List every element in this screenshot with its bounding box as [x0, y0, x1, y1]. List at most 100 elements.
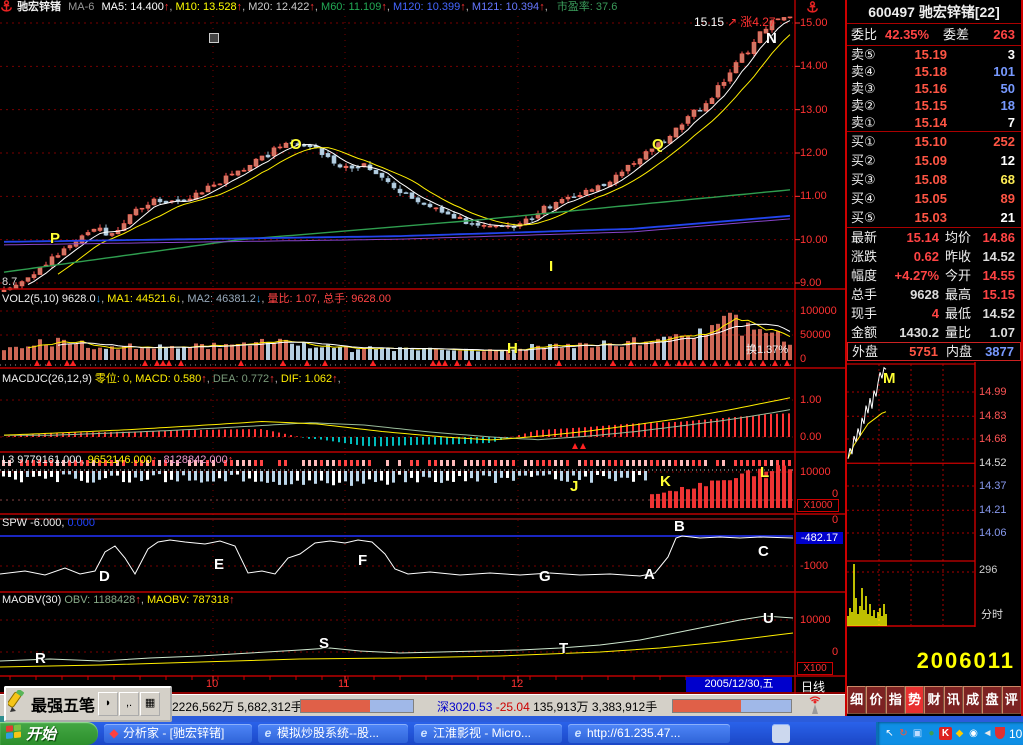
connection-antenna-icon — [806, 696, 824, 718]
ime-keyboard-button[interactable]: ▦ — [140, 692, 160, 716]
level-label: 卖② — [851, 97, 876, 114]
quote-stat-row: 涨跌0.62昨收14.52 — [847, 247, 1021, 266]
intraday-price-label: 14.21 — [979, 504, 1007, 516]
weibi-label: 委比 — [851, 24, 877, 46]
intraday-grid — [847, 362, 975, 627]
network-globe-tray-icon[interactable]: ● — [925, 727, 938, 740]
level-price: 15.15 — [887, 97, 947, 114]
level-label: 买② — [851, 151, 876, 170]
quote-tab-盘[interactable]: 盘 — [982, 686, 1001, 714]
taskbar-clock[interactable]: 10:10 — [1009, 727, 1023, 741]
quote-tab-财[interactable]: 财 — [924, 686, 943, 714]
sh-market-summary: 2226,562万 5,682,312手 — [172, 698, 303, 715]
cursor-tray-icon[interactable]: ↖ — [883, 727, 896, 740]
intraday-mode-label[interactable]: 分时 — [981, 606, 1003, 622]
taskbar-task-button[interactable]: ehttp://61.235.47... — [568, 724, 730, 743]
dea-line — [4, 410, 790, 440]
quote-stat-row: 幅度+4.27%今开14.55 — [847, 266, 1021, 285]
level-price: 15.10 — [887, 132, 947, 151]
intraday-mini-chart — [847, 362, 1021, 628]
quote-tab-成[interactable]: 成 — [963, 686, 982, 714]
quote-tab-势[interactable]: 势 — [905, 686, 924, 714]
start-button[interactable]: 开始 — [0, 722, 98, 745]
tray-icons: ↖↻▣●K◆◉◄ — [882, 727, 1005, 740]
intraday-price-label: 14.68 — [979, 433, 1007, 445]
stat-label: 最新 — [851, 228, 877, 247]
intraday-price-label: 14.06 — [979, 527, 1007, 539]
order-book-row[interactable]: 买②15.0912 — [847, 151, 1021, 170]
level-label: 买③ — [851, 170, 876, 189]
level-qty: 89 — [1001, 189, 1015, 208]
order-book-row[interactable]: 卖①15.147 — [847, 114, 1021, 131]
signal-tray-icon[interactable]: ◉ — [967, 727, 980, 740]
sync-tray-icon[interactable]: ↻ — [897, 727, 910, 740]
minimized-window-button[interactable] — [772, 724, 790, 743]
waipan-row: 外盘 5751 内盘 3877 — [847, 342, 1021, 361]
ma60-line — [4, 190, 790, 272]
dif-line — [4, 398, 790, 440]
level-price: 15.18 — [887, 63, 947, 80]
level-label: 卖① — [851, 114, 876, 131]
ime-punct-button[interactable]: ,. — [119, 692, 139, 716]
intraday-price-label: 14.37 — [979, 480, 1007, 492]
task-title: 分析家 - [驰宏锌锗] — [123, 726, 224, 740]
antivirus-k-tray-icon[interactable]: K — [939, 727, 952, 740]
period-selector[interactable]: 日线 — [801, 678, 825, 695]
intraday-volume-label: 296 — [979, 564, 997, 576]
app-root: 驰宏锌锗 MA-6 MA5: 14.400↑, M10: 13.528↑, M2… — [0, 0, 1023, 745]
order-book-row[interactable]: 买①15.10252 — [847, 132, 1021, 151]
display-tray-icon[interactable]: ▣ — [911, 727, 924, 740]
stat-value: 14.55 — [959, 266, 1015, 285]
order-book-row[interactable]: 买③15.0868 — [847, 170, 1021, 189]
stat-value: 0.62 — [881, 247, 939, 266]
sz-volume-text: 135,913万 3,383,912手 — [533, 700, 657, 714]
weibi-row: 委比 42.35% 委差 263 — [847, 24, 1021, 46]
level-qty: 68 — [1001, 170, 1015, 189]
order-book-row[interactable]: 卖③15.1650 — [847, 80, 1021, 97]
main-chart-canvas — [0, 0, 845, 694]
stat-label: 现手 — [851, 304, 877, 323]
level-qty: 18 — [1001, 97, 1015, 114]
order-book-row[interactable]: 卖④15.18101 — [847, 63, 1021, 80]
start-button-label: 开始 — [26, 723, 56, 744]
buy-queue: 买①15.10252买②15.0912买③15.0868买④15.0589买⑤1… — [847, 132, 1021, 227]
quote-tab-价[interactable]: 价 — [866, 686, 885, 714]
taskbar-task-button[interactable]: e模拟炒股系统--股... — [258, 724, 408, 743]
quote-tab-指[interactable]: 指 — [886, 686, 905, 714]
level-qty: 50 — [1001, 80, 1015, 97]
annotation-letter-m: M — [883, 370, 896, 387]
level-price: 15.05 — [887, 189, 947, 208]
quote-tab-细[interactable]: 细 — [847, 686, 866, 714]
level-label: 卖⑤ — [851, 46, 876, 63]
l3-series — [0, 460, 793, 508]
ime-fullhalf-button[interactable]: ◗ — [98, 692, 118, 716]
selected-date-badge: 2005/12/30,五 — [686, 677, 792, 692]
gold-tray-icon[interactable]: ◆ — [953, 727, 966, 740]
sz-market-summary: 深3020.53 -25.04 135,913万 3,383,912手 — [437, 698, 657, 715]
candlestick-series — [2, 17, 792, 292]
order-book-row[interactable]: 买⑤15.0321 — [847, 208, 1021, 227]
taskbar-task-button[interactable]: ◆分析家 - [驰宏锌锗] — [104, 724, 252, 743]
stat-label: 金额 — [851, 323, 877, 342]
macd-series — [3, 398, 790, 446]
shield-tray-icon[interactable] — [995, 727, 1005, 739]
quote-tab-讯[interactable]: 讯 — [944, 686, 963, 714]
spw-series — [0, 519, 793, 576]
quote-panel: 600497 驰宏锌锗[22] 委比 42.35% 委差 263 卖⑤15.19… — [845, 0, 1023, 716]
weicha-value: 263 — [993, 24, 1015, 46]
taskbar-task-button[interactable]: e江淮影视 - Micro... — [414, 724, 562, 743]
windows-flag-icon — [6, 724, 22, 744]
internet-explorer-icon: e — [262, 724, 274, 743]
level-qty: 21 — [1001, 208, 1015, 227]
intraday-avg-line — [848, 412, 886, 459]
order-book-row[interactable]: 卖② 15.15 18 — [847, 97, 1021, 114]
order-book-row[interactable]: 买④15.0589 — [847, 189, 1021, 208]
level-qty: 101 — [993, 63, 1015, 80]
ime-toolbar[interactable]: 最强五笔 ◗ ,. ▦ — [4, 686, 172, 722]
quote-tab-评[interactable]: 评 — [1002, 686, 1021, 714]
order-book-row[interactable]: 卖⑤15.193 — [847, 46, 1021, 63]
task-title: http://61.235.47... — [587, 726, 680, 740]
level-qty: 7 — [1008, 114, 1015, 131]
waipan-label: 外盘 — [852, 343, 878, 360]
volume-tray-icon[interactable]: ◄ — [981, 727, 994, 740]
